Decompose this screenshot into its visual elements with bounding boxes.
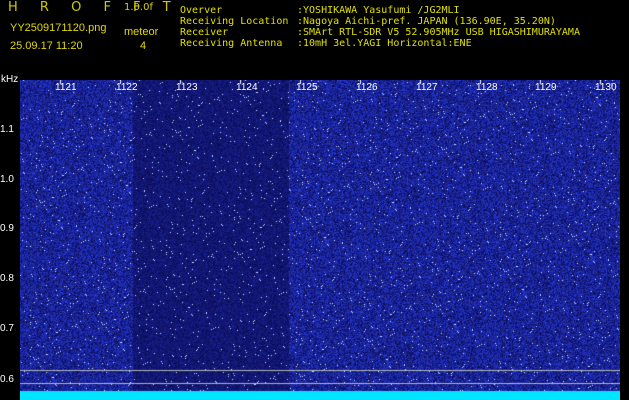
filename-label: YY2509171120.png [10,22,107,34]
app-title: H R O F F T [8,0,180,15]
info-value: :SMArt RTL-SDR V5 52.905MHz USB HIGASHIM… [297,27,580,38]
x-tick-label: 1126 [356,82,378,93]
info-row-receiver: Receiver :SMArt RTL-SDR V5 52.905MHz USB… [180,27,580,38]
y-tick-label: 1.1 [0,124,14,135]
meteor-label: meteor [124,26,159,38]
info-key: Receiving Location [180,16,289,27]
info-row-location: Receiving Location :Nagoya Aichi-pref. J… [180,16,580,27]
x-tick-label: 1121 [55,82,77,93]
frequency-unit-label: kHz [1,74,19,85]
info-key: Receiving Antenna [180,38,283,49]
info-key: Receiver [180,27,229,38]
spectrogram [20,80,620,400]
x-tick-label: 1123 [176,82,198,93]
x-tick-label: 1125 [296,82,318,93]
station-info: Overver :YOSHIKAWA Yasufumi /JG2MLI Rece… [180,5,580,49]
y-tick-label: 0.7 [0,323,14,334]
info-key: Overver [180,5,223,16]
x-tick-label: 1122 [116,82,138,93]
y-tick-label: 0.6 [0,374,14,385]
info-value: :10mH 3el.YAGI Horizontal:ENE [297,38,472,49]
info-value: :YOSHIKAWA Yasufumi /JG2MLI [297,5,460,16]
x-tick-label: 1124 [236,82,258,93]
info-row-observer: Overver :YOSHIKAWA Yasufumi /JG2MLI [180,5,580,16]
x-tick-label: 1128 [476,82,498,93]
x-tick-label: 1130 [595,82,617,93]
info-value: :Nagoya Aichi-pref. JAPAN (136.90E, 35.2… [297,16,556,27]
y-tick-label: 0.9 [0,223,14,234]
version-label: 1.0.0f [124,2,153,13]
x-tick-label: 1129 [535,82,557,93]
x-tick-label: 1127 [416,82,438,93]
datetime-label: 25.09.17 11:20 [10,40,83,52]
y-tick-label: 0.8 [0,273,14,284]
meteor-count: 4 [140,40,147,52]
y-tick-label: 1.0 [0,174,14,185]
info-row-antenna: Receiving Antenna :10mH 3el.YAGI Horizon… [180,38,580,49]
